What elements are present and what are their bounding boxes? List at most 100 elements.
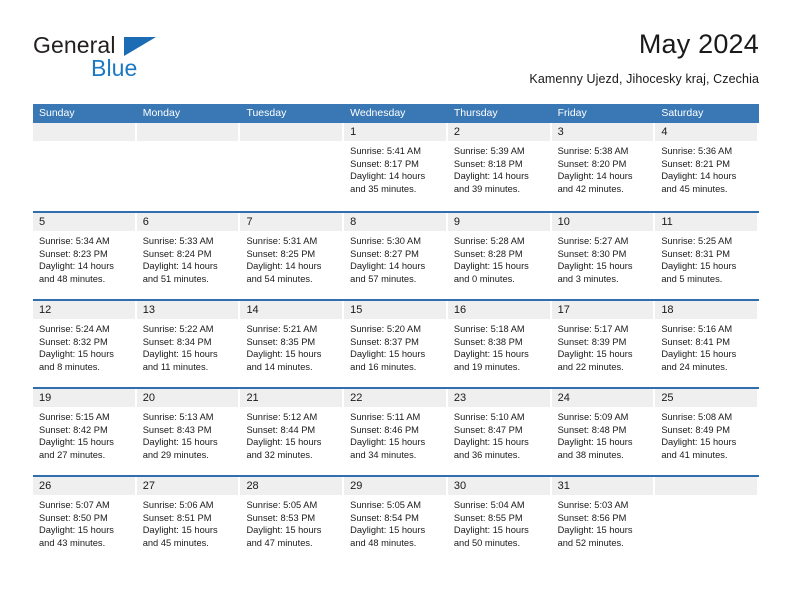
day-number-band: 1 <box>344 123 446 141</box>
day-info: Sunrise: 5:05 AM Sunset: 8:53 PM Dayligh… <box>240 495 344 549</box>
day-cell[interactable] <box>240 123 345 211</box>
daylight-text-line2: and 19 minutes. <box>453 361 521 372</box>
day-cell[interactable]: 15 Sunrise: 5:20 AM Sunset: 8:37 PM Dayl… <box>344 301 448 387</box>
day-number: 15 <box>350 304 363 316</box>
daylight-text-line1: Daylight: 15 hours <box>39 349 114 360</box>
day-cell[interactable] <box>136 123 241 211</box>
day-info: Sunrise: 5:12 AM Sunset: 8:44 PM Dayligh… <box>240 407 344 461</box>
day-cell[interactable]: 4 Sunrise: 5:36 AM Sunset: 8:21 PM Dayli… <box>655 123 760 211</box>
day-cell[interactable]: 28 Sunrise: 5:05 AM Sunset: 8:53 PM Dayl… <box>240 477 345 563</box>
sunset-text: Sunset: 8:51 PM <box>142 512 212 523</box>
daylight-text-line2: and 0 minutes. <box>453 273 515 284</box>
day-cell[interactable]: 11 Sunrise: 5:25 AM Sunset: 8:31 PM Dayl… <box>655 213 760 299</box>
daylight-text-line1: Daylight: 14 hours <box>350 261 426 272</box>
day-number-band: 12 <box>33 301 135 319</box>
day-number-band: 2 <box>447 123 550 141</box>
sunrise-text: Sunrise: 5:11 AM <box>350 412 421 422</box>
daylight-text-line1: Daylight: 15 hours <box>350 525 426 536</box>
day-number: 29 <box>350 480 363 492</box>
day-number-band <box>136 123 239 141</box>
sunrise-text: Sunrise: 5:12 AM <box>246 412 318 422</box>
daylight-text-line2: and 22 minutes. <box>557 361 624 372</box>
day-cell[interactable]: 7 Sunrise: 5:31 AM Sunset: 8:25 PM Dayli… <box>240 213 345 299</box>
day-number-band: 19 <box>33 389 135 407</box>
day-number-band <box>240 123 343 141</box>
day-number-band: 31 <box>551 477 654 495</box>
day-cell[interactable]: 22 Sunrise: 5:11 AM Sunset: 8:46 PM Dayl… <box>344 389 448 475</box>
day-cell[interactable]: 10 Sunrise: 5:27 AM Sunset: 8:30 PM Dayl… <box>551 213 656 299</box>
day-info: Sunrise: 5:38 AM Sunset: 8:20 PM Dayligh… <box>552 141 656 195</box>
day-number-band: 15 <box>344 301 446 319</box>
sunset-text: Sunset: 8:20 PM <box>557 158 627 169</box>
location-subtitle: Kamenny Ujezd, Jihocesky kraj, Czechia <box>529 72 759 86</box>
daylight-text-line1: Daylight: 15 hours <box>142 349 218 360</box>
sunset-text: Sunset: 8:24 PM <box>142 248 212 259</box>
daylight-text-line2: and 42 minutes. <box>557 183 624 194</box>
day-cell[interactable]: 6 Sunrise: 5:33 AM Sunset: 8:24 PM Dayli… <box>136 213 241 299</box>
day-cell[interactable]: 29 Sunrise: 5:05 AM Sunset: 8:54 PM Dayl… <box>344 477 448 563</box>
day-number: 24 <box>557 392 570 404</box>
day-info: Sunrise: 5:22 AM Sunset: 8:34 PM Dayligh… <box>137 319 241 373</box>
title-block: May 2024 Kamenny Ujezd, Jihocesky kraj, … <box>529 28 759 88</box>
sunrise-text: Sunrise: 5:05 AM <box>246 500 318 510</box>
day-number: 26 <box>39 480 52 492</box>
day-cell[interactable]: 3 Sunrise: 5:38 AM Sunset: 8:20 PM Dayli… <box>551 123 656 211</box>
day-cell[interactable]: 18 Sunrise: 5:16 AM Sunset: 8:41 PM Dayl… <box>655 301 760 387</box>
day-cell[interactable]: 17 Sunrise: 5:17 AM Sunset: 8:39 PM Dayl… <box>551 301 656 387</box>
day-cell[interactable]: 30 Sunrise: 5:04 AM Sunset: 8:55 PM Dayl… <box>447 477 552 563</box>
day-cell[interactable]: 2 Sunrise: 5:39 AM Sunset: 8:18 PM Dayli… <box>447 123 552 211</box>
sunset-text: Sunset: 8:30 PM <box>557 248 627 259</box>
day-cell[interactable]: 27 Sunrise: 5:06 AM Sunset: 8:51 PM Dayl… <box>136 477 241 563</box>
sunrise-text: Sunrise: 5:10 AM <box>453 412 525 422</box>
day-number-band: 29 <box>344 477 446 495</box>
sunrise-text: Sunrise: 5:39 AM <box>453 146 525 156</box>
sunrise-text: Sunrise: 5:13 AM <box>142 412 214 422</box>
day-cell[interactable]: 19 Sunrise: 5:15 AM Sunset: 8:42 PM Dayl… <box>33 389 137 475</box>
day-number: 21 <box>246 392 259 404</box>
daylight-text-line1: Daylight: 15 hours <box>453 261 529 272</box>
day-info <box>33 141 137 145</box>
day-cell[interactable]: 25 Sunrise: 5:08 AM Sunset: 8:49 PM Dayl… <box>655 389 760 475</box>
day-cell[interactable] <box>33 123 137 211</box>
day-cell[interactable]: 16 Sunrise: 5:18 AM Sunset: 8:38 PM Dayl… <box>447 301 552 387</box>
logo-triangle-icon <box>124 37 156 56</box>
day-cell[interactable]: 8 Sunrise: 5:30 AM Sunset: 8:27 PM Dayli… <box>344 213 448 299</box>
daylight-text-line2: and 32 minutes. <box>246 449 313 460</box>
day-number: 9 <box>453 216 460 228</box>
day-number: 22 <box>350 392 363 404</box>
day-number: 20 <box>142 392 155 404</box>
day-number: 3 <box>557 126 564 138</box>
day-cell[interactable]: 20 Sunrise: 5:13 AM Sunset: 8:43 PM Dayl… <box>136 389 241 475</box>
daylight-text-line2: and 36 minutes. <box>453 449 521 460</box>
day-cell[interactable] <box>655 477 760 563</box>
sunset-text: Sunset: 8:31 PM <box>661 248 731 259</box>
daylight-text-line1: Daylight: 15 hours <box>557 525 633 536</box>
day-cell[interactable]: 1 Sunrise: 5:41 AM Sunset: 8:17 PM Dayli… <box>344 123 448 211</box>
weekday-header-tuesday: Tuesday <box>246 107 287 119</box>
daylight-text-line1: Daylight: 15 hours <box>39 437 114 448</box>
day-cell[interactable]: 12 Sunrise: 5:24 AM Sunset: 8:32 PM Dayl… <box>33 301 137 387</box>
day-info: Sunrise: 5:04 AM Sunset: 8:55 PM Dayligh… <box>448 495 552 549</box>
daylight-text-line2: and 43 minutes. <box>39 537 106 548</box>
day-cell[interactable]: 14 Sunrise: 5:21 AM Sunset: 8:35 PM Dayl… <box>240 301 345 387</box>
day-info: Sunrise: 5:09 AM Sunset: 8:48 PM Dayligh… <box>552 407 656 461</box>
day-cell[interactable]: 26 Sunrise: 5:07 AM Sunset: 8:50 PM Dayl… <box>33 477 137 563</box>
day-cell[interactable]: 9 Sunrise: 5:28 AM Sunset: 8:28 PM Dayli… <box>447 213 552 299</box>
day-cell[interactable]: 23 Sunrise: 5:10 AM Sunset: 8:47 PM Dayl… <box>447 389 552 475</box>
day-info: Sunrise: 5:05 AM Sunset: 8:54 PM Dayligh… <box>344 495 448 549</box>
day-cell[interactable]: 5 Sunrise: 5:34 AM Sunset: 8:23 PM Dayli… <box>33 213 137 299</box>
day-cell[interactable]: 24 Sunrise: 5:09 AM Sunset: 8:48 PM Dayl… <box>551 389 656 475</box>
daylight-text-line1: Daylight: 15 hours <box>246 437 322 448</box>
day-number: 2 <box>453 126 460 138</box>
day-cell[interactable]: 13 Sunrise: 5:22 AM Sunset: 8:34 PM Dayl… <box>136 301 241 387</box>
sunrise-text: Sunrise: 5:07 AM <box>39 500 110 510</box>
weekday-header-sunday: Sunday <box>39 107 75 119</box>
sunset-text: Sunset: 8:35 PM <box>246 336 316 347</box>
day-number: 7 <box>246 216 253 228</box>
sunset-text: Sunset: 8:50 PM <box>39 512 108 523</box>
day-cell[interactable]: 21 Sunrise: 5:12 AM Sunset: 8:44 PM Dayl… <box>240 389 345 475</box>
daylight-text-line2: and 48 minutes. <box>39 273 106 284</box>
day-number: 16 <box>453 304 467 316</box>
day-cell[interactable]: 31 Sunrise: 5:03 AM Sunset: 8:56 PM Dayl… <box>551 477 656 563</box>
calendar-page: General Blue May 2024 Kamenny Ujezd, Jih… <box>0 0 792 612</box>
